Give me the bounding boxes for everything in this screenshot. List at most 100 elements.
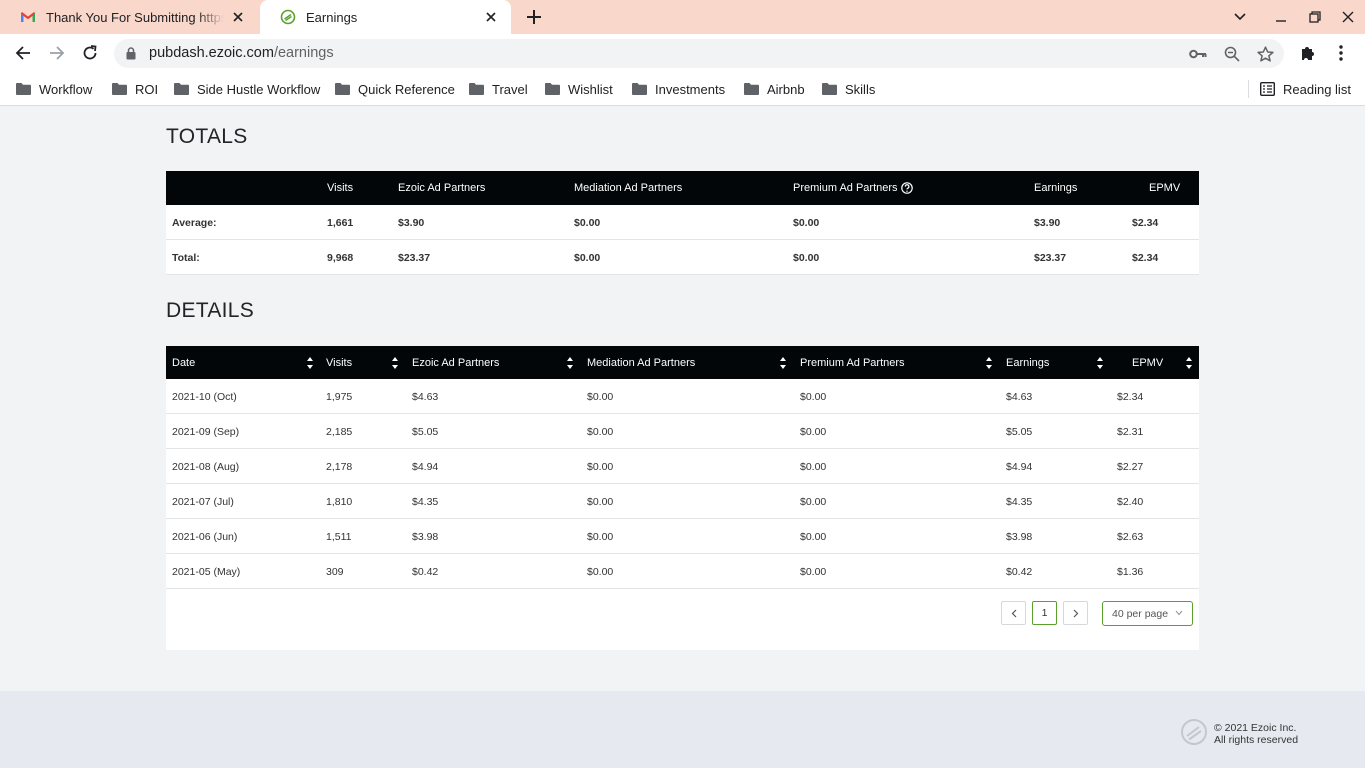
column-header-visits[interactable]: Visits [326,346,352,379]
cell-visits: 2,185 [326,425,353,438]
bookmark-travel[interactable]: Travel [469,80,528,98]
cell-earnings: $4.94 [1006,460,1033,473]
reload-button[interactable] [80,43,100,63]
details-table: Date Visits Ezoic Ad Partners Mediation … [166,346,1199,650]
next-page-button[interactable] [1063,601,1088,625]
cell-ezoic: $4.35 [412,495,439,508]
totals-row-total: Total: 9,968 $23.37 $0.00 $0.00 $23.37 $… [166,240,1199,275]
bookmarks-divider [1248,80,1249,98]
cell-premium: $0.00 [800,565,827,578]
table-row: 2021-06 (Jun) 1,511 $3.98 $0.00 $0.00 $3… [166,519,1199,554]
cell-epmv: $2.27 [1117,460,1144,473]
sort-icon[interactable] [779,355,787,371]
cell-ezoic: $0.42 [412,565,439,578]
column-header-visits: Visits [327,182,354,194]
folder-icon [335,83,350,95]
column-header-premium[interactable]: Premium Ad Partners [800,346,905,379]
menu-button[interactable] [1331,43,1351,63]
minimize-icon [1276,20,1286,22]
sort-icon[interactable] [985,355,993,371]
cell-ezoic: $23.37 [398,251,431,264]
cell-visits: 9,968 [327,251,354,264]
tab-earnings[interactable]: Earnings [260,0,511,34]
bookmark-quick-reference[interactable]: Quick Reference [335,80,455,98]
help-icon[interactable] [900,182,913,194]
cell-earnings: $3.90 [1034,216,1061,229]
bookmark-star-button[interactable] [1256,45,1274,63]
cell-ezoic: $3.98 [412,530,439,543]
bookmark-label: Side Hustle Workflow [197,81,321,97]
reload-icon [83,45,97,60]
bookmark-label: Wishlist [568,81,613,97]
cell-epmv: $2.31 [1117,425,1144,438]
url-text: pubdash.ezoic.com/earnings [149,45,334,61]
cell-epmv: $2.34 [1132,216,1159,229]
password-key-button[interactable] [1189,45,1207,63]
bookmark-skills[interactable]: Skills [822,80,875,98]
sort-icon[interactable] [1185,355,1193,371]
per-page-value: 40 per page [1112,607,1169,620]
cell-epmv: $2.34 [1132,251,1159,264]
sort-icon[interactable] [1096,355,1104,371]
column-header-epmv[interactable]: EPMV [1132,346,1163,379]
bookmark-label: Travel [492,81,528,97]
bookmark-investments[interactable]: Investments [632,80,725,98]
forward-button[interactable] [47,43,67,63]
tab-gmail[interactable]: Thank You For Submitting https:// [0,0,258,34]
column-header-earnings[interactable]: Earnings [1006,346,1049,379]
row-label: Total: [172,251,200,264]
new-tab-button[interactable] [524,7,544,27]
zoom-out-icon [1224,46,1240,62]
cell-earnings: $0.42 [1006,565,1033,578]
cell-ezoic: $3.90 [398,216,425,229]
cell-date: 2021-09 (Sep) [172,425,240,438]
bookmark-workflow[interactable]: Workflow [16,80,92,98]
reading-list-icon [1260,82,1275,96]
reading-list-button[interactable]: Reading list [1260,80,1351,98]
page-button-current[interactable]: 1 [1032,601,1057,625]
cell-date: 2021-06 (Jun) [172,530,238,543]
per-page-select[interactable]: 40 per page [1102,601,1193,626]
column-header-premium: Premium Ad Partners [793,171,913,205]
close-tab-icon[interactable] [483,9,499,25]
extensions-button[interactable] [1298,43,1318,63]
restore-icon [1309,11,1321,23]
table-row: 2021-05 (May) 309 $0.42 $0.00 $0.00 $0.4… [166,554,1199,589]
page-footer: © 2021 Ezoic Inc. All rights reserved [0,691,1365,768]
sort-icon[interactable] [306,355,314,371]
cell-epmv: $1.36 [1117,565,1144,578]
browser-tab-strip: Thank You For Submitting https:// Earnin… [0,0,1365,34]
close-tab-icon[interactable] [230,9,246,25]
cell-ezoic: $5.05 [412,425,439,438]
close-window-button[interactable] [1339,8,1357,26]
restore-button[interactable] [1306,8,1324,26]
address-bar[interactable]: pubdash.ezoic.com/earnings [114,39,1284,68]
sort-icon[interactable] [391,355,399,371]
star-icon [1256,45,1274,62]
table-row: 2021-10 (Oct) 1,975 $4.63 $0.00 $0.00 $4… [166,379,1199,414]
column-header-ezoic[interactable]: Ezoic Ad Partners [412,346,499,379]
cell-visits: 2,178 [326,460,353,473]
bookmark-side-hustle-workflow[interactable]: Side Hustle Workflow [174,80,320,98]
copyright-text: © 2021 Ezoic Inc. All rights reserved [1214,722,1298,746]
cell-date: 2021-05 (May) [172,565,241,578]
zoom-button[interactable] [1223,45,1241,63]
cell-mediation: $0.00 [587,460,614,473]
cell-mediation: $0.00 [587,565,614,578]
folder-icon [744,83,759,95]
bookmark-label: Workflow [39,81,93,97]
back-button[interactable] [13,43,33,63]
sort-icon[interactable] [566,355,574,371]
bookmark-wishlist[interactable]: Wishlist [545,80,613,98]
cell-mediation: $0.00 [587,425,614,438]
prev-page-button[interactable] [1001,601,1026,625]
column-header-mediation[interactable]: Mediation Ad Partners [587,346,695,379]
bookmark-airbnb[interactable]: Airbnb [744,80,805,98]
minimize-button[interactable] [1272,8,1290,26]
tab-search-button[interactable] [1231,8,1249,26]
column-header-date[interactable]: Date [172,346,195,379]
folder-icon [822,83,837,95]
bookmarks-bar: Workflow ROI Side Hustle Workflow Quick … [0,72,1365,106]
cell-visits: 309 [326,565,344,578]
bookmark-roi[interactable]: ROI [112,80,158,98]
